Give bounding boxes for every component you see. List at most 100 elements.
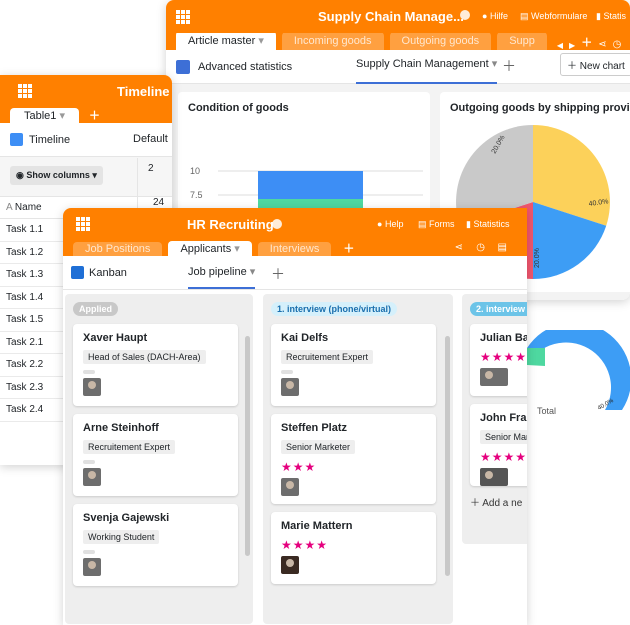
- timeline-viewbar: Timeline Default: [0, 123, 172, 157]
- help-link[interactable]: ● Hilfe: [482, 11, 508, 21]
- supply-chain-header: Supply Chain Manage... ● Hilfe ▤ Webform…: [166, 0, 630, 33]
- gauge-arc-green: [527, 348, 545, 366]
- forms-link[interactable]: ▤ Forms: [418, 219, 455, 230]
- applicant-name: Arne Steinhoff: [83, 422, 159, 434]
- add-card-button[interactable]: ＋ Add a ne: [470, 494, 527, 509]
- kanban-column: Applied Xaver Haupt Head of Sales (DACH-…: [65, 294, 253, 624]
- history-icon[interactable]: ◷: [613, 39, 622, 50]
- form-icon: ▤: [520, 11, 529, 21]
- y-tick-label: 10: [190, 166, 200, 176]
- text-type-icon: A: [6, 202, 13, 213]
- scroll-left-icon[interactable]: ◀: [557, 41, 563, 50]
- timeline-toolbar: ◉ Show columns ▾: [0, 157, 172, 197]
- applicant-card[interactable]: Xaver Haupt Head of Sales (DACH-Area): [73, 324, 238, 406]
- view-tab-default[interactable]: Default: [133, 133, 168, 145]
- applicant-card[interactable]: Arne Steinhoff Recruitement Expert: [73, 414, 238, 496]
- history-icon[interactable]: ◷: [476, 242, 485, 253]
- rating-stars: ★★★★: [480, 450, 527, 464]
- add-view-icon[interactable]: ＋: [502, 56, 516, 76]
- chevron-down-icon: ▾: [491, 58, 498, 70]
- help-link[interactable]: ● Help: [377, 219, 403, 229]
- task-name-cell: Task 1.3: [6, 269, 44, 280]
- role-chip: Recruitement Expert: [83, 440, 176, 454]
- chevron-down-icon: ▾: [92, 170, 97, 180]
- apps-grid-icon[interactable]: [76, 217, 90, 231]
- base-title[interactable]: HR Recruiting: [187, 217, 274, 232]
- gauge-arc-blue: [527, 322, 630, 410]
- add-table-icon[interactable]: ＋: [343, 240, 354, 256]
- applicant-card[interactable]: John Frank Senior Mark ★★★★: [470, 404, 527, 486]
- tab-outgoing-goods[interactable]: Outgoing goods: [389, 32, 492, 50]
- add-table-icon[interactable]: ＋: [89, 107, 100, 123]
- applicant-name: Kai Delfs: [281, 332, 329, 344]
- help-icon: ●: [377, 219, 383, 229]
- add-table-icon[interactable]: ＋: [581, 34, 592, 50]
- task-name-cell: Task 2.1: [6, 336, 44, 348]
- chart-title: Outgoing goods by shipping provider: [450, 102, 630, 114]
- task-name-cell: Task 1.1: [6, 224, 44, 235]
- webforms-link[interactable]: ▤ Webformulare: [520, 11, 587, 22]
- view-tab-supply-chain[interactable]: Supply Chain Management ▾: [356, 51, 498, 84]
- share-icon[interactable]: ⋖: [455, 242, 463, 253]
- menu-icon[interactable]: ▤: [498, 242, 507, 253]
- kanban-column: 2. interview ( Julian Bau ★★★★ John Fran…: [462, 294, 527, 544]
- applicant-card[interactable]: Kai Delfs Recruitement Expert: [271, 324, 436, 406]
- hr-recruiting-window: HR Recruiting ● Help ▤ Forms ▮ Statistic…: [63, 208, 527, 625]
- tab-incoming-goods[interactable]: Incoming goods: [281, 32, 384, 50]
- tab-interviews[interactable]: Interviews: [257, 242, 332, 256]
- hr-tabs: Job Positions Applicants ▾ Interviews ＋ …: [63, 241, 527, 256]
- applicant-name: John Frank: [480, 412, 527, 424]
- gauge-card: Total 40.0%: [527, 322, 630, 430]
- eye-icon: ◉: [16, 170, 24, 180]
- applicant-card[interactable]: Svenja Gajewski Working Student: [73, 504, 238, 586]
- tab-job-positions[interactable]: Job Positions: [73, 242, 163, 256]
- tab-applicants[interactable]: Applicants ▾: [168, 241, 252, 256]
- info-icon[interactable]: [460, 10, 470, 20]
- rating-stars: ★★★★: [281, 538, 329, 552]
- statistics-link[interactable]: ▮ Statistics: [466, 219, 509, 230]
- applicant-card[interactable]: Julian Bau ★★★★: [470, 324, 527, 396]
- total-gauge: Total 40.0%: [527, 322, 630, 416]
- column-scrollbar[interactable]: [245, 336, 250, 556]
- timeline-view-icon: [10, 133, 23, 146]
- share-icon[interactable]: ⋖: [598, 39, 606, 50]
- kanban-board: Applied Xaver Haupt Head of Sales (DACH-…: [63, 290, 527, 625]
- view-name: Kanban: [89, 266, 127, 279]
- task-name-cell: Task 2.4: [6, 404, 44, 415]
- empty-field: [83, 370, 95, 374]
- view-tab-job-pipeline[interactable]: Job pipeline ▾: [188, 256, 256, 289]
- applicant-card[interactable]: Marie Mattern ★★★★: [271, 512, 436, 584]
- column-label: 2. interview (: [470, 302, 527, 316]
- task-name-cell: Task 2.2: [6, 359, 44, 370]
- y-tick-label: 7.5: [190, 190, 203, 200]
- applicant-card[interactable]: Steffen Platz Senior Marketer ★★★: [271, 414, 436, 504]
- kanban-view-icon: [71, 266, 84, 279]
- info-icon[interactable]: [272, 219, 282, 229]
- column-label: Applied: [73, 302, 118, 316]
- column-scrollbar[interactable]: [445, 336, 450, 576]
- help-icon: ●: [482, 11, 488, 21]
- apps-grid-icon[interactable]: [18, 84, 32, 98]
- avatar: [83, 378, 101, 396]
- task-name-cell: Task 1.4: [6, 291, 44, 303]
- base-title[interactable]: Timeline: [117, 84, 170, 99]
- chevron-down-icon: ▾: [249, 266, 256, 278]
- task-name-cell: Task 1.5: [6, 314, 44, 325]
- rating-stars: ★★★: [281, 460, 317, 474]
- scroll-right-icon[interactable]: ▶: [569, 41, 575, 50]
- statistics-link[interactable]: ▮ Statis: [596, 11, 626, 22]
- avatar: [83, 558, 101, 576]
- add-view-icon[interactable]: ＋: [271, 264, 285, 284]
- tab-table1[interactable]: Table1 ▾: [10, 108, 80, 123]
- base-title[interactable]: Supply Chain Manage...: [318, 9, 464, 24]
- role-chip: Head of Sales (DACH-Area): [83, 350, 206, 364]
- rating-stars: ★★★★: [480, 350, 527, 364]
- avatar: [281, 556, 299, 574]
- show-columns-button[interactable]: ◉ Show columns ▾: [10, 166, 103, 185]
- tab-supp[interactable]: Supp: [497, 32, 547, 50]
- new-chart-button[interactable]: ＋ New chart: [560, 53, 630, 76]
- timeline-side-number: 2: [148, 163, 154, 174]
- plus-icon: ＋: [567, 61, 577, 72]
- apps-grid-icon[interactable]: [176, 9, 190, 24]
- tab-article-master[interactable]: Article master ▾: [176, 31, 276, 50]
